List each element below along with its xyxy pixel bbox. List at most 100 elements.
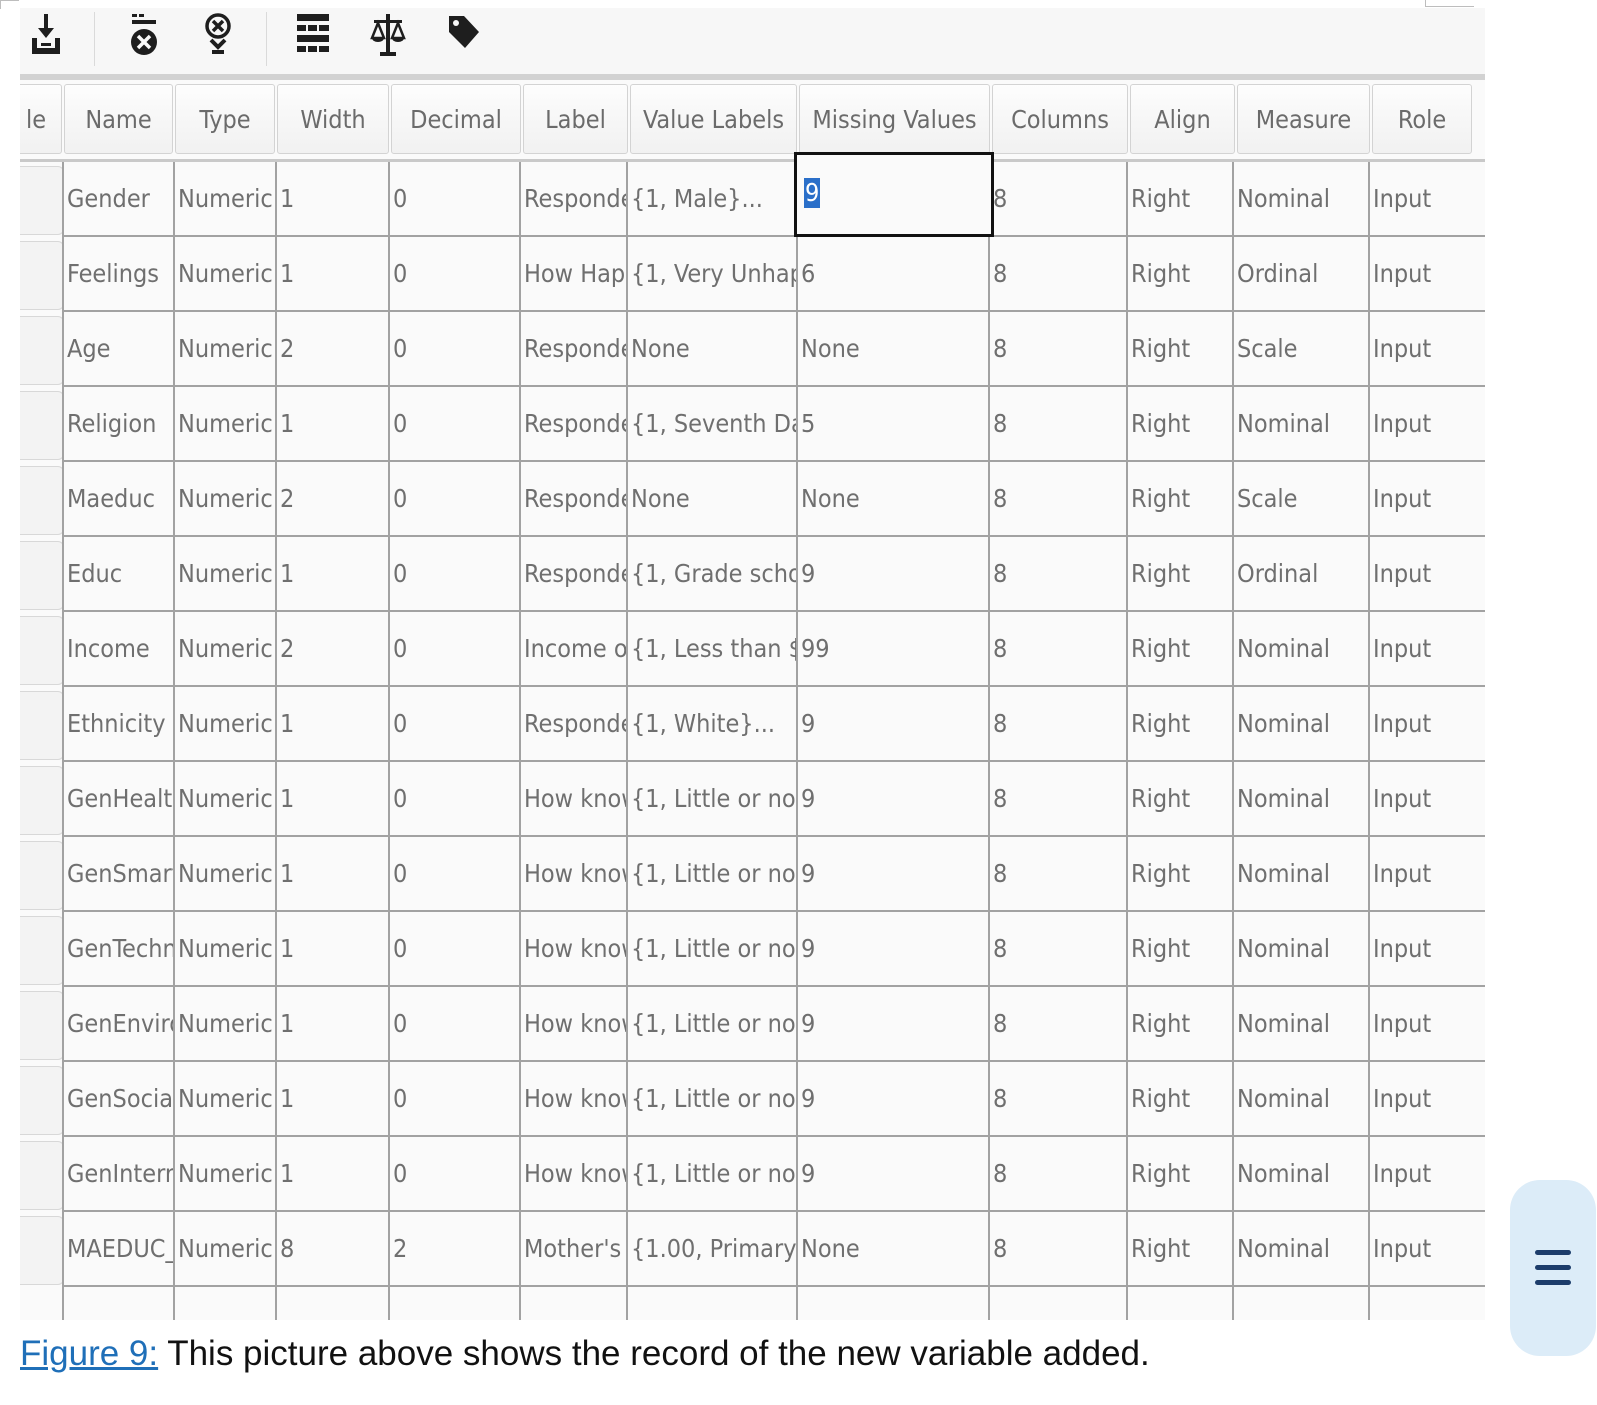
cell-align[interactable]: Right: [1128, 237, 1232, 310]
column-header[interactable]: Measure: [1237, 84, 1370, 154]
cell-value-labels[interactable]: {1, Little or no kno: [628, 1062, 796, 1135]
cell-measure[interactable]: Nominal: [1234, 387, 1368, 460]
cell-value-labels[interactable]: {1, Seventh Day Ad: [628, 387, 796, 460]
cell-width[interactable]: 2: [277, 612, 388, 685]
cell-missing[interactable]: None: [798, 312, 988, 385]
cell-role[interactable]: Input: [1370, 237, 1485, 310]
column-header[interactable]: Role: [1372, 84, 1472, 154]
cell-role[interactable]: Input: [1370, 1212, 1485, 1285]
cell-type[interactable]: Numeric: [175, 1137, 275, 1210]
cell-columns[interactable]: 8: [990, 987, 1126, 1060]
cell-columns[interactable]: 8: [990, 1137, 1126, 1210]
cell-type[interactable]: Numeric: [175, 1062, 275, 1135]
cell-name[interactable]: GenHealth: [64, 762, 173, 835]
cell-label[interactable]: Responden: [521, 687, 626, 760]
cell-type[interactable]: Numeric: [175, 762, 275, 835]
cell-value-labels[interactable]: {1.00, Primary}...: [628, 1212, 796, 1285]
cell-label[interactable]: How knowl: [521, 762, 626, 835]
cell-label[interactable]: Mother's ed: [521, 1212, 626, 1285]
cell-missing[interactable]: 9: [798, 687, 988, 760]
cell-width[interactable]: 1: [277, 162, 388, 235]
cell-role[interactable]: Input: [1370, 1137, 1485, 1210]
cell-label[interactable]: How knowl: [521, 1062, 626, 1135]
row-header[interactable]: [20, 766, 64, 835]
cell-missing[interactable]: 6: [798, 237, 988, 310]
cell-role[interactable]: Input: [1370, 387, 1485, 460]
cell-name[interactable]: Gender: [64, 162, 173, 235]
cell-align[interactable]: Right: [1128, 387, 1232, 460]
cell-decimal[interactable]: 0: [390, 687, 519, 760]
cell-value-labels[interactable]: None: [628, 462, 796, 535]
cell-name[interactable]: GenInternet: [64, 1137, 173, 1210]
cell-name[interactable]: GenSocialM: [64, 1062, 173, 1135]
cell-label[interactable]: How knowl: [521, 987, 626, 1060]
cell-label[interactable]: Responden: [521, 387, 626, 460]
row-header[interactable]: [20, 991, 64, 1060]
cell-missing[interactable]: 99: [798, 612, 988, 685]
cell-width[interactable]: 1: [277, 1062, 388, 1135]
cell-missing[interactable]: 9: [798, 537, 988, 610]
cell-label[interactable]: How knowl: [521, 912, 626, 985]
row-header[interactable]: [20, 466, 64, 535]
cell-type[interactable]: Numeric: [175, 987, 275, 1060]
column-header[interactable]: Columns: [992, 84, 1128, 154]
cell-name[interactable]: MAEDUC_LE: [64, 1212, 173, 1285]
cell-value-labels[interactable]: {1, Very Unhappy}.: [628, 237, 796, 310]
cell-columns[interactable]: 8: [990, 162, 1126, 235]
cell-decimal[interactable]: 0: [390, 762, 519, 835]
cell-missing[interactable]: 9: [798, 837, 988, 910]
cell-columns[interactable]: 8: [990, 837, 1126, 910]
cell-columns[interactable]: 8: [990, 462, 1126, 535]
column-header[interactable]: Type: [175, 84, 275, 154]
cell-measure[interactable]: Nominal: [1234, 687, 1368, 760]
cell-type[interactable]: Numeric: [175, 162, 275, 235]
cell-measure[interactable]: Nominal: [1234, 1212, 1368, 1285]
cell-decimal[interactable]: 0: [390, 162, 519, 235]
cell-measure[interactable]: Nominal: [1234, 162, 1368, 235]
cell-align[interactable]: Right: [1128, 987, 1232, 1060]
cell-missing[interactable]: None: [798, 462, 988, 535]
cell-decimal[interactable]: 0: [390, 387, 519, 460]
cell-columns[interactable]: 8: [990, 1212, 1126, 1285]
cell-value-labels[interactable]: {1, Little or no Kno: [628, 912, 796, 985]
column-header[interactable]: Decimal: [391, 84, 521, 154]
cell-value-labels[interactable]: {1, Little or no Kno: [628, 837, 796, 910]
cell-measure[interactable]: Nominal: [1234, 762, 1368, 835]
cell-measure[interactable]: Scale: [1234, 312, 1368, 385]
row-header[interactable]: [20, 1216, 64, 1285]
cell-role[interactable]: Input: [1370, 987, 1485, 1060]
cell-name[interactable]: Ethnicity: [64, 687, 173, 760]
cell-decimal[interactable]: 0: [390, 987, 519, 1060]
row-header[interactable]: [20, 166, 64, 235]
cell-missing[interactable]: 9: [798, 987, 988, 1060]
cell-label[interactable]: How Happy: [521, 237, 626, 310]
delete-variable-icon[interactable]: [126, 12, 162, 58]
cell-align[interactable]: Right: [1128, 837, 1232, 910]
cell-value-labels[interactable]: {1, Male}...: [628, 162, 796, 235]
cell-columns[interactable]: 8: [990, 687, 1126, 760]
cell-width[interactable]: 1: [277, 537, 388, 610]
column-header[interactable]: Label: [523, 84, 628, 154]
cell-role[interactable]: Input: [1370, 312, 1485, 385]
cell-value-labels[interactable]: {1, Little or no kno: [628, 1137, 796, 1210]
row-header[interactable]: [20, 316, 64, 385]
cell-align[interactable]: Right: [1128, 1137, 1232, 1210]
selected-cell-editor[interactable]: [794, 152, 994, 237]
cell-name[interactable]: GenTechnol: [64, 912, 173, 985]
cell-label[interactable]: Responden: [521, 537, 626, 610]
cell-type[interactable]: Numeric: [175, 312, 275, 385]
cell-missing[interactable]: 9: [798, 1062, 988, 1135]
cell-measure[interactable]: Scale: [1234, 462, 1368, 535]
cell-measure[interactable]: Nominal: [1234, 1062, 1368, 1135]
cell-name[interactable]: Religion: [64, 387, 173, 460]
cell-missing[interactable]: 9: [798, 762, 988, 835]
cell-measure[interactable]: Nominal: [1234, 612, 1368, 685]
cell-value-labels[interactable]: None: [628, 312, 796, 385]
cell-type[interactable]: Numeric: [175, 912, 275, 985]
cell-columns[interactable]: 8: [990, 612, 1126, 685]
cell-width[interactable]: 2: [277, 462, 388, 535]
menu-button[interactable]: [1510, 1180, 1596, 1356]
row-header[interactable]: [20, 916, 64, 985]
cell-width[interactable]: 8: [277, 1212, 388, 1285]
cell-align[interactable]: Right: [1128, 462, 1232, 535]
